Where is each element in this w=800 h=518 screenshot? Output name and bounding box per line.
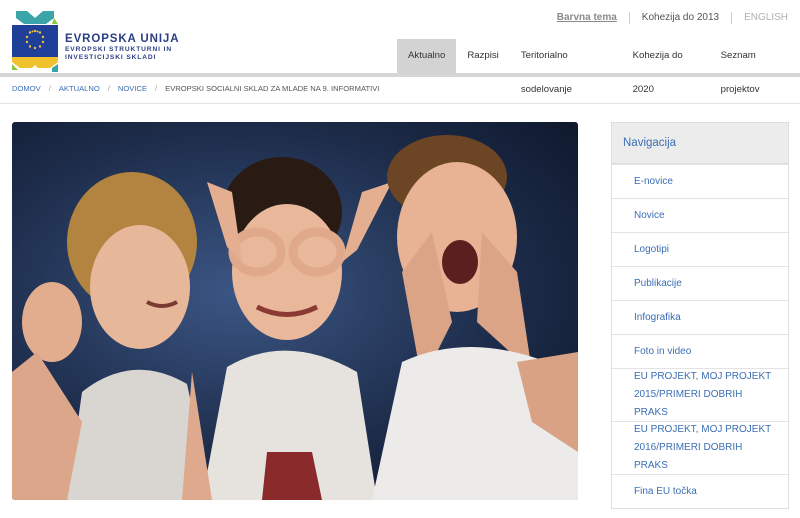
util-link-barvna-tema[interactable]: Barvna tema [545, 12, 629, 24]
article-hero-image [12, 122, 578, 500]
main-nav-item-teritorialno-sodelovanje[interactable]: Teritorialno sodelovanje [510, 39, 622, 95]
util-link-english[interactable]: ENGLISH [731, 12, 788, 24]
sidebar-item-eu-projekt-2016[interactable]: EU PROJEKT, MOJ PROJEKT 2016/PRIMERI DOB… [612, 421, 788, 474]
breadcrumb-novice[interactable]: NOVICE [118, 84, 147, 93]
utility-nav: Barvna tema Kohezija do 2013 ENGLISH [545, 11, 788, 25]
sidebar-item-novice[interactable]: Novice [612, 198, 788, 232]
sidebar-navigation: Navigacija E-novice Novice Logotipi Publ… [611, 122, 789, 509]
main-nav-item-aktualno[interactable]: Aktualno [397, 39, 457, 73]
breadcrumb-aktualno[interactable]: AKTUALNO [59, 84, 100, 93]
sidebar-item-e-novice[interactable]: E-novice [612, 164, 788, 198]
breadcrumb-domov[interactable]: DOMOV [12, 84, 41, 93]
three-young-people-photo-icon [12, 135, 578, 500]
breadcrumb: DOMOV / AKTUALNO / NOVICE / EVROPSKI SOC… [12, 84, 379, 93]
sidebar-heading: Navigacija [612, 123, 788, 164]
article-intro-cutoff [12, 510, 578, 518]
logo-subtitle-line-2: INVESTICIJSKI SKLADI [65, 53, 157, 61]
util-link-kohezija-2013[interactable]: Kohezija do 2013 [628, 12, 731, 24]
sidebar-item-label: Novice [634, 210, 665, 221]
eu-flag-logo-icon [12, 11, 58, 72]
sidebar-item-label: E-novice [634, 176, 673, 187]
breadcrumb-separator: / [155, 84, 158, 93]
sidebar-item-label: Publikacije [634, 278, 682, 289]
sidebar-item-fina-eu-tocka[interactable]: Fina EU točka [612, 474, 788, 508]
sidebar-item-publikacije[interactable]: Publikacije [612, 266, 788, 300]
sidebar-item-foto-in-video[interactable]: Foto in video [612, 334, 788, 368]
sidebar-item-eu-projekt-2015[interactable]: EU PROJEKT, MOJ PROJEKT 2015/PRIMERI DOB… [612, 368, 788, 421]
main-nav-item-kohezija-2020[interactable]: Kohezija do 2020 [622, 39, 710, 95]
sidebar-item-label: EU PROJEKT, MOJ PROJEKT 2015/PRIMERI DOB… [634, 371, 772, 418]
nav-divider [0, 73, 800, 77]
eu-logo[interactable]: EVROPSKA UNIJA EVROPSKI STRUKTURNI IN IN… [12, 8, 202, 72]
logo-subtitle-line-1: EVROPSKI STRUKTURNI IN [65, 46, 172, 54]
sidebar-item-label: Logotipi [634, 244, 670, 255]
main-nav-item-seznam-projektov[interactable]: Seznam projektov [710, 39, 800, 95]
sidebar-item-label: Fina EU točka [634, 486, 697, 497]
main-nav-item-razpisi[interactable]: Razpisi [456, 39, 509, 73]
breadcrumb-separator: / [48, 84, 51, 93]
sidebar-item-logotipi[interactable]: Logotipi [612, 232, 788, 266]
sidebar-item-label: Infografika [634, 312, 681, 323]
sidebar-item-infografika[interactable]: Infografika [612, 300, 788, 334]
breadcrumb-current-page: EVROPSKI SOCIALNI SKLAD ZA MLADE NA 9. I… [165, 84, 380, 93]
sidebar-item-label: Foto in video [634, 346, 692, 357]
breadcrumb-separator: / [107, 84, 110, 93]
breadcrumb-divider [0, 103, 800, 104]
main-nav: Aktualno Razpisi Teritorialno sodelovanj… [397, 39, 800, 95]
logo-title: EVROPSKA UNIJA [65, 33, 180, 45]
sidebar-item-label: EU PROJEKT, MOJ PROJEKT 2016/PRIMERI DOB… [634, 424, 772, 471]
